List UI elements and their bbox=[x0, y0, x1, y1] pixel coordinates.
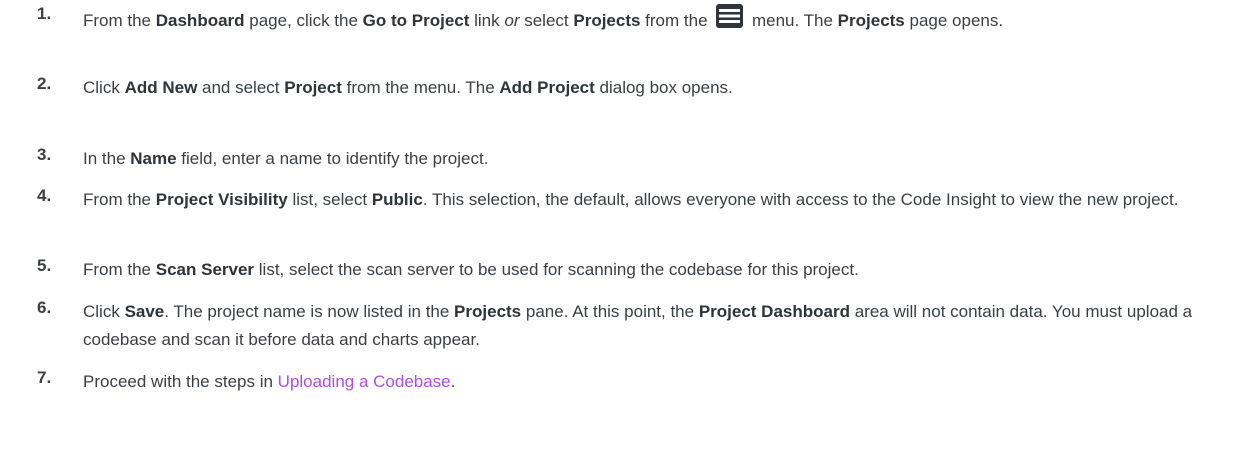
step-text-run: list, select bbox=[287, 190, 372, 209]
step-text: From the Dashboard page, click the Go to… bbox=[83, 4, 1203, 35]
step-number: 4. bbox=[37, 186, 52, 205]
step-text-run: page opens. bbox=[904, 11, 1004, 30]
step-number: 7. bbox=[37, 368, 52, 387]
ui-term: Scan Server bbox=[155, 260, 255, 279]
step-text-run: page, click the bbox=[244, 11, 363, 30]
step-text-run: field, enter a name to identify the proj… bbox=[176, 149, 489, 168]
step-number: 6. bbox=[37, 298, 52, 317]
step-text: Click Save. The project name is now list… bbox=[83, 298, 1203, 354]
hamburger-menu-icon bbox=[716, 4, 744, 28]
step-text-run: Click bbox=[83, 302, 125, 321]
step-text: From the Scan Server list, select the sc… bbox=[83, 256, 1203, 284]
step-text-run: menu. The bbox=[747, 11, 838, 30]
step-text-run: . This selection, the default, allows ev… bbox=[422, 190, 1179, 209]
step-text-run: Proceed with the steps in bbox=[83, 372, 278, 391]
step-number: 3. bbox=[37, 145, 52, 164]
ui-term: Projects bbox=[573, 11, 641, 30]
step-text-run: from the menu. The bbox=[341, 78, 500, 97]
ui-term: Public bbox=[371, 190, 423, 209]
ui-term: Project Visibility bbox=[155, 190, 288, 209]
step-text: In the Name field, enter a name to ident… bbox=[83, 145, 1203, 173]
step-text-run: list, select the scan server to be used … bbox=[254, 260, 859, 279]
step-text: Click Add New and select Project from th… bbox=[83, 74, 1203, 102]
step-text-run: Click bbox=[83, 78, 125, 97]
step-text-run: select bbox=[519, 11, 574, 30]
step-number: 1. bbox=[37, 4, 52, 23]
ui-term: Dashboard bbox=[155, 11, 245, 30]
ui-term: Go to Project bbox=[362, 11, 470, 30]
ui-term: Name bbox=[130, 149, 177, 168]
ui-term: Add Project bbox=[499, 78, 595, 97]
ui-term: Projects bbox=[454, 302, 522, 321]
ui-term: Projects bbox=[837, 11, 905, 30]
step-text-run: from the bbox=[640, 11, 713, 30]
step-text-run: and select bbox=[197, 78, 285, 97]
ui-term: Add New bbox=[124, 78, 198, 97]
step-text-run: From the bbox=[83, 260, 156, 279]
step-text-run: . bbox=[450, 372, 456, 391]
step-text-run: . The project name is now listed in the bbox=[164, 302, 455, 321]
step-text: Proceed with the steps in Uploading a Co… bbox=[83, 368, 1203, 396]
ui-term: Project bbox=[284, 78, 342, 97]
ui-term: Project Dashboard bbox=[698, 302, 850, 321]
step-text-run: From the bbox=[83, 190, 156, 209]
step-text-run: From the bbox=[83, 11, 156, 30]
emphasis-text: or bbox=[504, 11, 520, 30]
step-number: 2. bbox=[37, 74, 52, 93]
step-text-run: pane. At this point, the bbox=[521, 302, 699, 321]
ui-term: Save bbox=[124, 302, 165, 321]
step-text-run: link bbox=[469, 11, 505, 30]
step-text-run: dialog box opens. bbox=[594, 78, 733, 97]
step-text: From the Project Visibility list, select… bbox=[83, 186, 1203, 214]
uploading-codebase-link[interactable]: Uploading a Codebase bbox=[278, 372, 451, 391]
step-text-run: In the bbox=[83, 149, 131, 168]
step-number: 5. bbox=[37, 256, 52, 275]
